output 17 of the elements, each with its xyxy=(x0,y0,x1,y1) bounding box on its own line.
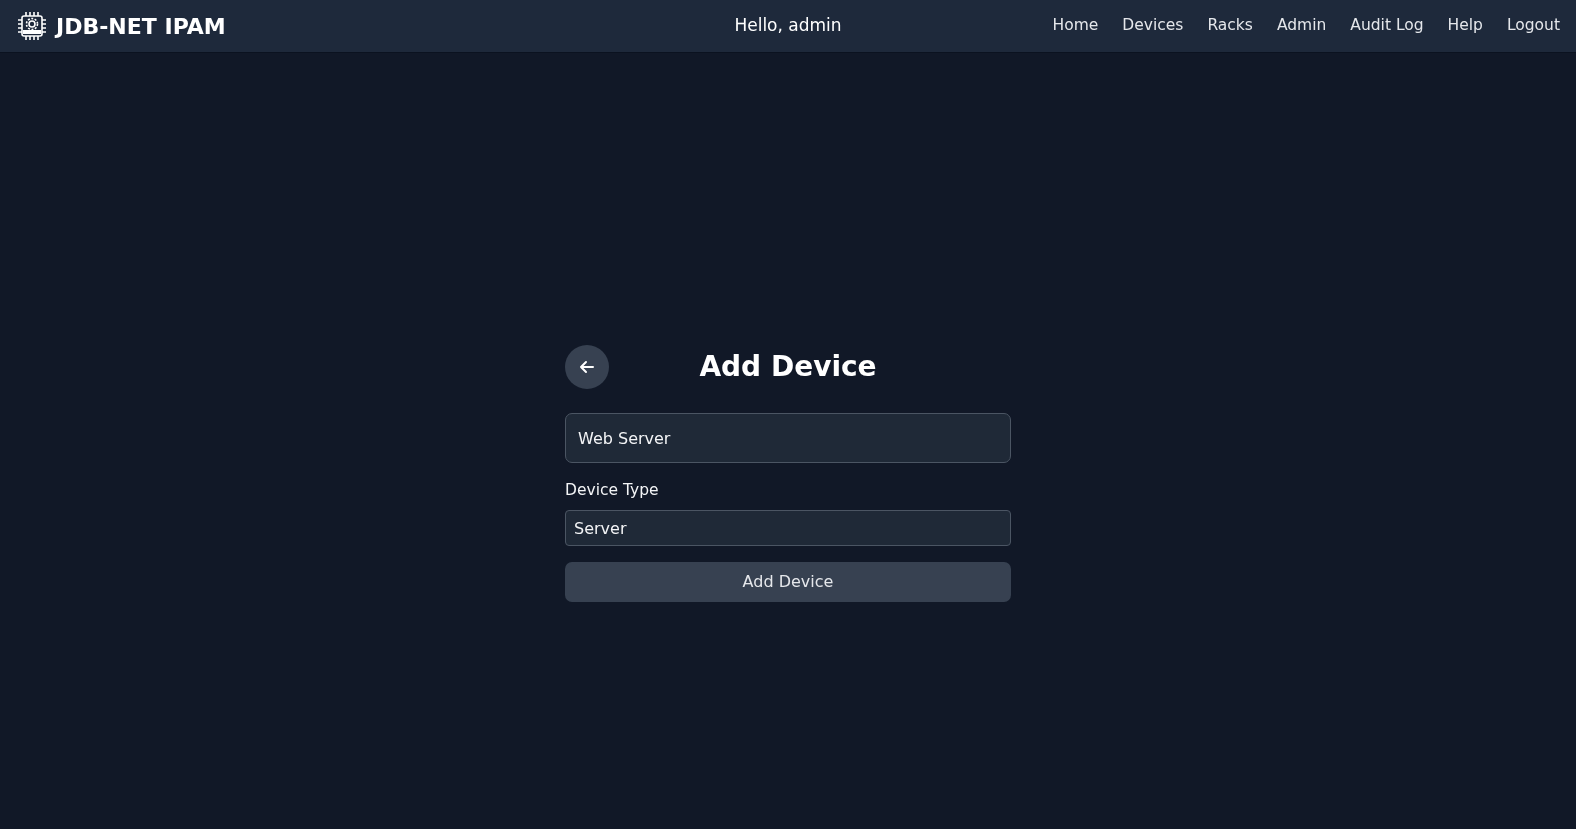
device-type-label: Device Type xyxy=(565,480,659,501)
nav-link[interactable]: Racks xyxy=(1207,14,1253,38)
device-type-select[interactable]: Server xyxy=(565,510,1011,547)
add-device-button[interactable]: Add Device xyxy=(565,562,1011,603)
back-arrow-icon xyxy=(579,360,595,374)
nav-link[interactable]: Audit Log xyxy=(1350,14,1424,38)
brand-title[interactable]: JDB-NET IPAM xyxy=(56,9,226,43)
device-name-field[interactable]: Web Server xyxy=(565,413,1011,463)
nav-link[interactable]: Logout xyxy=(1506,14,1560,38)
form-title: Add Device xyxy=(698,350,878,384)
nav-link[interactable]: Home xyxy=(1052,14,1099,38)
greeting-text: Hello, admin xyxy=(734,14,842,38)
nav-link[interactable]: Help xyxy=(1447,14,1483,38)
nav-link[interactable]: Admin xyxy=(1276,14,1327,38)
chip-logo-icon xyxy=(16,10,48,42)
back-button[interactable] xyxy=(565,345,609,389)
nav-link[interactable]: Devices xyxy=(1122,14,1184,38)
